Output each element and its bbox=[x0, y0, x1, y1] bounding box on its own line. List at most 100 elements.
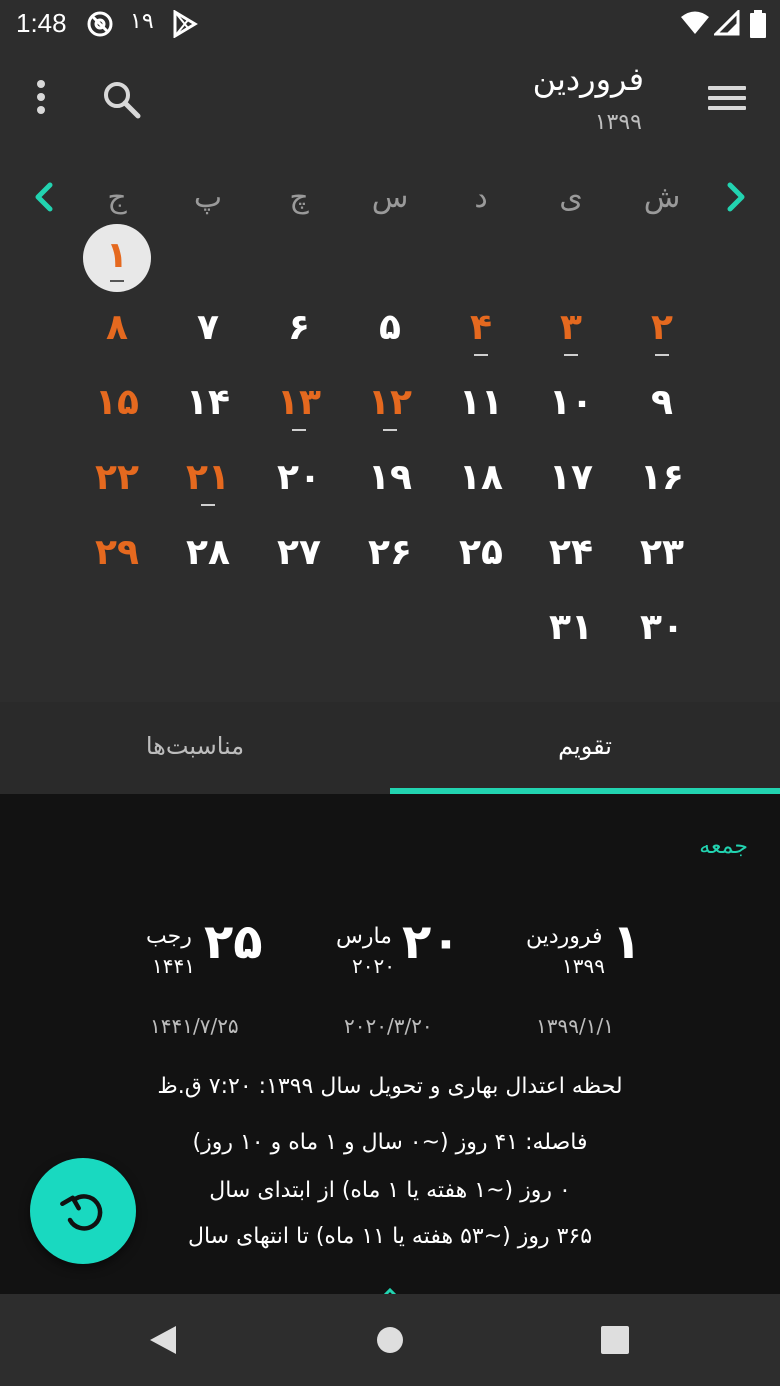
day-number: ۱۸ bbox=[459, 457, 503, 498]
event-marker bbox=[201, 504, 215, 506]
day-number: ۱۱ bbox=[459, 382, 503, 423]
hamburger-menu-icon[interactable] bbox=[708, 86, 746, 114]
gregorian-numeric-date[interactable]: ۲۰۲۰/۳/۲۰ bbox=[344, 1014, 433, 1038]
weekday-header: د bbox=[474, 180, 488, 215]
day-cell[interactable]: ۱۵ bbox=[82, 375, 152, 435]
day-number: ۱۷ bbox=[549, 457, 593, 498]
day-number: ۱۹ bbox=[368, 457, 412, 498]
day-cell[interactable]: ۵ bbox=[355, 300, 425, 360]
year-subtitle: ۱۳۹۹ bbox=[594, 110, 642, 135]
event-marker bbox=[383, 429, 397, 431]
day-cell[interactable]: ۶ bbox=[264, 300, 334, 360]
day-number: ۱۶ bbox=[640, 457, 684, 498]
weekday-header: س bbox=[371, 180, 409, 215]
refresh-icon bbox=[60, 1194, 103, 1231]
day-cell[interactable]: ۳ bbox=[536, 300, 606, 360]
day-number: ۳۰ bbox=[640, 607, 684, 648]
hijri-day: ۲۵ bbox=[204, 914, 263, 970]
day-number: ۹ bbox=[651, 382, 673, 423]
day-cell[interactable]: ۲ bbox=[627, 300, 697, 360]
day-number: ۲۲ bbox=[95, 457, 139, 498]
day-cell[interactable]: ۱۶ bbox=[627, 450, 697, 510]
persian-numeric-date[interactable]: ۱۳۹۹/۱/۱ bbox=[536, 1014, 614, 1038]
day-cell[interactable]: ۱۹ bbox=[355, 450, 425, 510]
day-cell[interactable]: ۲۳ bbox=[627, 525, 697, 585]
more-options-icon[interactable] bbox=[26, 80, 56, 120]
tab-bar: تقویم مناسبت‌ها bbox=[0, 702, 780, 794]
distance-info: فاصله: ۴۱ روز (~۰ سال و ۱ ماه و ۱۰ روز) bbox=[192, 1130, 588, 1155]
hijri-numeric-date[interactable]: ۱۴۴۱/۷/۲۵ bbox=[150, 1014, 239, 1038]
equinox-info: لحظه اعتدال بهاری و تحویل سال ۱۳۹۹: ۷:۲۰… bbox=[157, 1074, 623, 1099]
day-number: ۲۶ bbox=[368, 532, 412, 573]
day-number: ۳۱ bbox=[549, 607, 593, 648]
day-cell[interactable]: ۲۱ bbox=[173, 450, 243, 510]
day-number: ۷ bbox=[197, 307, 219, 348]
weekday-header: ج bbox=[107, 180, 127, 215]
day-cell[interactable]: ۱۳ bbox=[264, 375, 334, 435]
recents-icon[interactable] bbox=[600, 1324, 630, 1358]
gregorian-day: ۲۰ bbox=[402, 914, 461, 970]
gregorian-year: ۲۰۲۰ bbox=[352, 954, 395, 978]
event-marker bbox=[474, 354, 488, 356]
gregorian-date: ۲۰ مارس ۲۰۲۰ bbox=[330, 914, 530, 994]
day-number: ۱۴ bbox=[186, 382, 230, 423]
day-cell[interactable]: ۲۲ bbox=[82, 450, 152, 510]
day-cell[interactable]: ۱۰ bbox=[536, 375, 606, 435]
weekday-label: جمعه bbox=[699, 834, 748, 859]
gregorian-month: مارس bbox=[336, 924, 392, 949]
day-number: ۲۷ bbox=[277, 532, 321, 573]
day-cell[interactable]: ۹ bbox=[627, 375, 697, 435]
tab-events[interactable]: مناسبت‌ها bbox=[0, 702, 390, 794]
day-cell[interactable]: ۳۰ bbox=[627, 600, 697, 660]
day-cell[interactable]: ۲۵ bbox=[446, 525, 516, 585]
search-icon[interactable] bbox=[100, 78, 144, 122]
weekday-header: ی bbox=[559, 180, 583, 215]
day-cell[interactable]: ۱۲ bbox=[355, 375, 425, 435]
day-cell[interactable]: ۱۴ bbox=[173, 375, 243, 435]
day-cell[interactable]: ۱۸ bbox=[446, 450, 516, 510]
persian-date: ۱ فروردین ۱۳۹۹ bbox=[520, 914, 720, 994]
go-to-today-button[interactable] bbox=[30, 1158, 136, 1264]
day-cell[interactable]: ۲۴ bbox=[536, 525, 606, 585]
persian-year: ۱۳۹۹ bbox=[562, 954, 605, 978]
back-icon[interactable] bbox=[148, 1324, 178, 1360]
weekday-header: ش bbox=[643, 180, 681, 215]
day-number: ۱۳ bbox=[277, 382, 321, 423]
day-number: ۲ bbox=[651, 307, 673, 348]
day-cell[interactable]: ۸ bbox=[82, 300, 152, 360]
weekday-header: پ bbox=[193, 180, 223, 215]
event-marker bbox=[564, 354, 578, 356]
event-marker bbox=[655, 354, 669, 356]
system-nav-bar bbox=[0, 1294, 780, 1386]
day-cell[interactable]: ۲۰ bbox=[264, 450, 334, 510]
home-icon[interactable] bbox=[376, 1324, 404, 1358]
day-number: ۲۰ bbox=[277, 457, 321, 498]
battery-icon bbox=[750, 10, 766, 42]
day-cell[interactable]: ۱ bbox=[83, 224, 151, 292]
day-cell[interactable]: ۲۷ bbox=[264, 525, 334, 585]
status-bar: 1:48 ۱۹ bbox=[0, 0, 780, 48]
day-cell[interactable]: ۲۶ bbox=[355, 525, 425, 585]
day-cell[interactable]: ۱۱ bbox=[446, 375, 516, 435]
hijri-date: ۲۵ رجب ۱۴۴۱ bbox=[140, 914, 340, 994]
hijri-year: ۱۴۴۱ bbox=[152, 954, 195, 978]
day-number: ۲۱ bbox=[186, 457, 230, 498]
previous-month-icon[interactable] bbox=[30, 180, 60, 214]
day-cell[interactable]: ۱۷ bbox=[536, 450, 606, 510]
day-cell[interactable]: ۴ bbox=[446, 300, 516, 360]
tab-calendar[interactable]: تقویم bbox=[390, 702, 780, 794]
day-cell[interactable]: ۷ bbox=[173, 300, 243, 360]
day-number: ۱۵ bbox=[95, 382, 139, 423]
day-cell[interactable]: ۲۹ bbox=[82, 525, 152, 585]
day-number: ۵ bbox=[379, 307, 401, 348]
next-month-icon[interactable] bbox=[720, 180, 750, 214]
play-store-icon bbox=[172, 9, 198, 42]
weekday-header: چ bbox=[289, 180, 309, 215]
day-number: ۱۲ bbox=[368, 382, 412, 423]
signal-icon bbox=[712, 8, 740, 40]
status-notification-count: ۱۹ bbox=[130, 9, 154, 34]
day-number: ۲۵ bbox=[459, 532, 503, 573]
at-sign-icon bbox=[86, 10, 114, 42]
day-cell[interactable]: ۳۱ bbox=[536, 600, 606, 660]
day-cell[interactable]: ۲۸ bbox=[173, 525, 243, 585]
